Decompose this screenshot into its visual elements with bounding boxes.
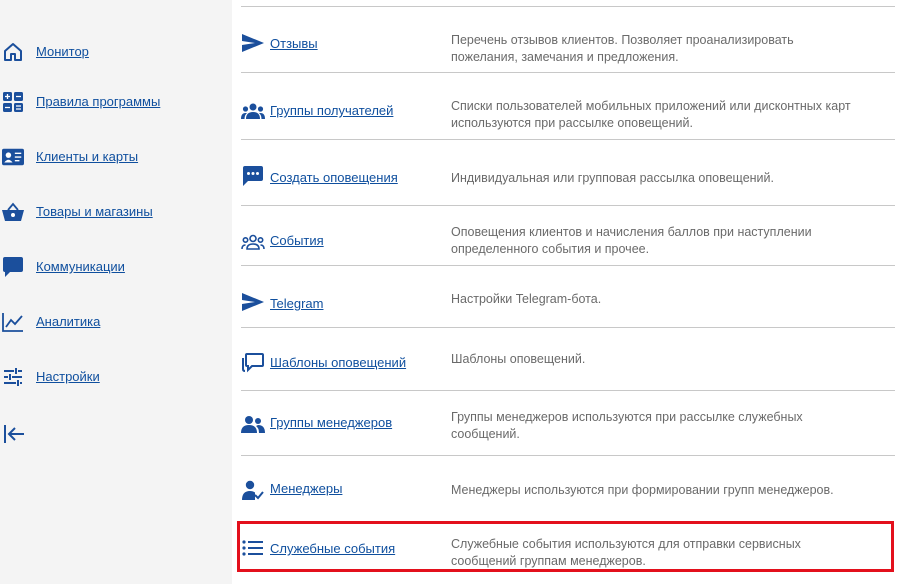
item-description: Шаблоны оповещений. bbox=[451, 352, 586, 366]
basket-icon bbox=[2, 201, 24, 223]
sidebar-item-label: Клиенты и карты bbox=[36, 149, 139, 164]
sidebar-item-label: Товары и магазины bbox=[36, 204, 153, 219]
calculator-icon bbox=[2, 91, 24, 113]
link-events[interactable]: События bbox=[270, 233, 324, 248]
sidebar: Монитор Правила программы Клиенты и карт… bbox=[0, 0, 232, 584]
send-icon bbox=[241, 290, 265, 314]
sidebar-item-clients-cards[interactable]: Клиенты и карты bbox=[0, 142, 232, 172]
sidebar-item-label: Правила программы bbox=[36, 94, 161, 109]
sidebar-item-label: Коммуникации bbox=[36, 259, 125, 274]
group-outline-icon bbox=[241, 230, 265, 254]
sidebar-item-settings[interactable]: Настройки bbox=[0, 362, 232, 392]
sidebar-item-analytics[interactable]: Аналитика bbox=[0, 307, 232, 337]
list-item: Группы менеджеров Группы менеджеров испо… bbox=[241, 391, 895, 456]
link-reviews[interactable]: Отзывы bbox=[270, 36, 318, 51]
collapse-sidebar-button[interactable] bbox=[2, 422, 26, 446]
group-icon bbox=[241, 99, 265, 123]
communications-list: Отзывы Перечень отзывов клиентов. Позвол… bbox=[241, 0, 895, 584]
list-item: Отзывы Перечень отзывов клиентов. Позвол… bbox=[241, 7, 895, 73]
id-card-icon bbox=[2, 146, 24, 168]
item-description: Индивидуальная или групповая рассылка оп… bbox=[451, 171, 774, 185]
list-item: Группы получателей Списки пользователей … bbox=[241, 73, 895, 140]
list-item: Менеджеры Менеджеры используются при фор… bbox=[241, 456, 895, 518]
collapse-arrow-icon bbox=[2, 425, 26, 450]
item-description: Группы менеджеров используются при рассы… bbox=[451, 410, 803, 441]
message-template-icon bbox=[241, 350, 265, 374]
item-description: Настройки Telegram-бота. bbox=[451, 292, 602, 306]
item-description: Списки пользователей мобильных приложени… bbox=[451, 99, 851, 130]
link-service-events[interactable]: Служебные события bbox=[270, 541, 395, 556]
sidebar-item-label: Аналитика bbox=[36, 314, 101, 329]
item-description: Служебные события используются для отпра… bbox=[451, 537, 801, 568]
sidebar-item-program-rules[interactable]: Правила программы bbox=[0, 87, 232, 117]
list-item: События Оповещения клиентов и начисления… bbox=[241, 206, 895, 266]
list-item-service-events: Служебные события Служебные события испо… bbox=[241, 524, 895, 570]
link-manager-groups[interactable]: Группы менеджеров bbox=[270, 415, 392, 430]
sidebar-item-label: Монитор bbox=[36, 44, 89, 59]
chat-icon bbox=[2, 256, 24, 278]
chart-line-icon bbox=[2, 311, 24, 333]
list-item: Создать оповещения Индивидуальная или гр… bbox=[241, 140, 895, 206]
sidebar-item-monitor[interactable]: Монитор bbox=[0, 37, 232, 67]
list-item: Telegram Настройки Telegram-бота. bbox=[241, 266, 895, 328]
message-dots-icon bbox=[241, 164, 265, 188]
link-recipient-groups[interactable]: Группы получателей bbox=[270, 103, 393, 118]
sidebar-item-label: Настройки bbox=[36, 369, 100, 384]
list-item: Шаблоны оповещений Шаблоны оповещений. bbox=[241, 328, 895, 391]
link-telegram[interactable]: Telegram bbox=[270, 296, 323, 311]
item-description: Оповещения клиентов и начисления баллов … bbox=[451, 225, 812, 256]
managers-group-icon bbox=[241, 412, 265, 436]
item-description: Менеджеры используются при формировании … bbox=[451, 483, 834, 497]
link-notification-templates[interactable]: Шаблоны оповещений bbox=[270, 355, 406, 370]
item-description: Перечень отзывов клиентов. Позволяет про… bbox=[451, 33, 794, 64]
send-icon bbox=[241, 31, 265, 55]
link-managers[interactable]: Менеджеры bbox=[270, 481, 342, 496]
list-icon bbox=[241, 536, 265, 560]
sidebar-item-communications[interactable]: Коммуникации bbox=[0, 252, 232, 282]
link-create-notifications[interactable]: Создать оповещения bbox=[270, 170, 398, 185]
manager-check-icon bbox=[241, 478, 265, 502]
sidebar-item-goods-stores[interactable]: Товары и магазины bbox=[0, 197, 232, 227]
sliders-icon bbox=[2, 366, 24, 388]
home-icon bbox=[2, 41, 24, 63]
